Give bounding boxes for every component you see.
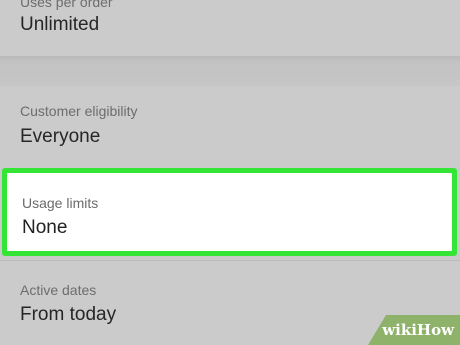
customer-eligibility-row[interactable]: Customer eligibility Everyone bbox=[0, 86, 460, 168]
uses-per-order-value: Unlimited bbox=[20, 14, 100, 35]
active-dates-label: Active dates bbox=[20, 282, 97, 298]
customer-eligibility-label: Customer eligibility bbox=[20, 103, 138, 119]
usage-limits-value: None bbox=[22, 217, 68, 238]
usage-limits-label: Usage limits bbox=[22, 195, 99, 211]
uses-per-order-row[interactable]: Uses per order Unlimited bbox=[0, 0, 460, 62]
section-divider bbox=[0, 56, 460, 86]
usage-limits-row[interactable]: Usage limits None bbox=[2, 168, 457, 256]
discount-settings-screen: Uses per order Unlimited Customer eligib… bbox=[0, 0, 460, 345]
customer-eligibility-value: Everyone bbox=[20, 126, 101, 147]
uses-per-order-label: Uses per order bbox=[20, 0, 113, 10]
active-dates-value: From today bbox=[20, 304, 117, 325]
watermark-text: wikiHow bbox=[382, 321, 454, 339]
row-divider bbox=[0, 260, 460, 261]
